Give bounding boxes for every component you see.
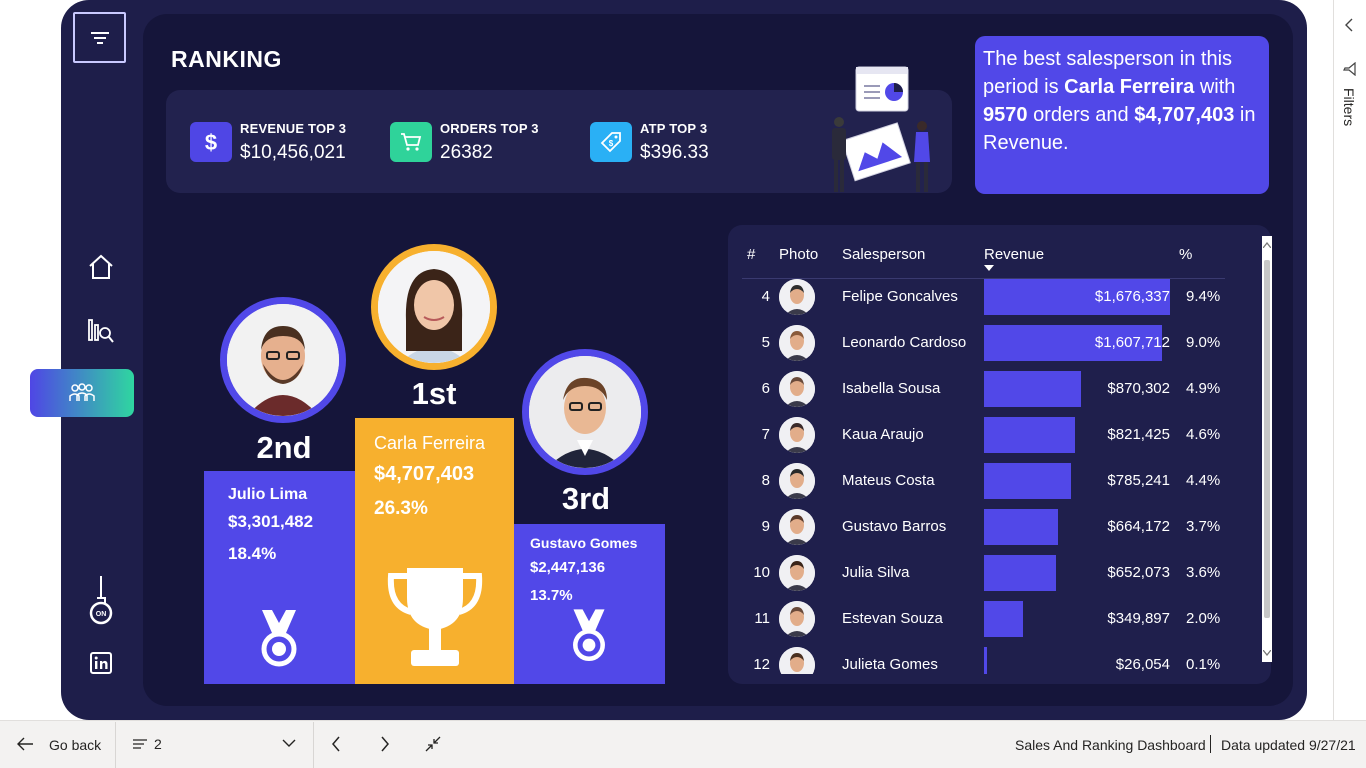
- row-salesperson: Gustavo Barros: [842, 518, 947, 535]
- row-rank: 7: [761, 426, 770, 443]
- row-photo: [779, 509, 815, 545]
- separator: [115, 722, 116, 768]
- chevron-down-icon[interactable]: [282, 739, 296, 747]
- row-revenue-bar: [984, 647, 987, 674]
- row-revenue: $785,241: [1107, 472, 1170, 489]
- row-rank: 5: [761, 334, 770, 351]
- row-pct: 4.4%: [1186, 472, 1221, 489]
- row-salesperson: Kaua Araujo: [842, 426, 924, 443]
- fit-to-page-icon[interactable]: [425, 736, 441, 752]
- row-rank: 12: [753, 656, 770, 673]
- report-name: Sales And Ranking Dashboard: [1015, 737, 1206, 753]
- data-updated: Data updated 9/27/21: [1221, 737, 1356, 753]
- row-revenue: $349,897: [1107, 610, 1170, 627]
- arrow-left-icon[interactable]: [16, 736, 34, 752]
- separator: [1210, 735, 1211, 753]
- row-photo: [779, 279, 815, 315]
- row-rank: 9: [761, 518, 770, 535]
- scroll-up-icon[interactable]: [1263, 242, 1271, 248]
- page-selector-value[interactable]: 2: [154, 736, 162, 752]
- row-revenue: $870,302: [1107, 380, 1170, 397]
- next-page-icon[interactable]: [380, 736, 390, 752]
- go-back-button[interactable]: Go back: [49, 737, 101, 753]
- row-revenue: $1,607,712: [1094, 334, 1170, 351]
- chevron-left-icon[interactable]: [1344, 18, 1354, 32]
- row-revenue: $664,172: [1107, 518, 1170, 535]
- row-pct: 9.0%: [1186, 334, 1221, 351]
- row-salesperson: Isabella Sousa: [842, 380, 941, 397]
- row-photo: [779, 325, 815, 361]
- row-pct: 0.1%: [1186, 656, 1221, 673]
- row-photo: [779, 417, 815, 453]
- row-rank: 8: [761, 472, 770, 489]
- row-pct: 3.6%: [1186, 564, 1221, 581]
- row-salesperson: Julieta Gomes: [842, 656, 938, 673]
- filter-funnel-icon: [1343, 62, 1356, 76]
- row-pct: 4.6%: [1186, 426, 1221, 443]
- row-pct: 2.0%: [1186, 610, 1221, 627]
- row-pct: 3.7%: [1186, 518, 1221, 535]
- row-salesperson: Mateus Costa: [842, 472, 935, 489]
- row-revenue: $652,073: [1107, 564, 1170, 581]
- row-salesperson: Felipe Goncalves: [842, 288, 958, 305]
- previous-page-icon[interactable]: [331, 736, 341, 752]
- row-revenue: $1,676,337: [1094, 288, 1170, 305]
- row-photo: [779, 647, 815, 674]
- row-salesperson: Estevan Souza: [842, 610, 943, 627]
- scroll-down-icon[interactable]: [1263, 650, 1271, 656]
- row-rank: 10: [753, 564, 770, 581]
- table-scroll-thumb[interactable]: [1264, 260, 1270, 618]
- row-pct: 9.4%: [1186, 288, 1221, 305]
- page-list-icon: [133, 739, 147, 749]
- filters-label[interactable]: Filters: [1341, 88, 1357, 126]
- table-body: 4 Felipe Goncalves $1,676,337 9.4% 5 Leonardo…: [0, 0, 1366, 674]
- separator: [313, 722, 314, 768]
- app-window: ON RANKING $ REVENUE TOP 3 $10,456,021 O…: [0, 0, 1366, 768]
- row-rank: 4: [761, 288, 770, 305]
- row-rank: 6: [761, 380, 770, 397]
- row-salesperson: Julia Silva: [842, 564, 910, 581]
- row-revenue: $821,425: [1107, 426, 1170, 443]
- row-rank: 11: [754, 610, 770, 627]
- row-photo: [779, 371, 815, 407]
- row-pct: 4.9%: [1186, 380, 1221, 397]
- row-revenue: $26,054: [1115, 656, 1170, 673]
- row-salesperson: Leonardo Cardoso: [842, 334, 967, 351]
- row-photo: [779, 601, 815, 637]
- row-photo: [779, 463, 815, 499]
- row-photo: [779, 555, 815, 591]
